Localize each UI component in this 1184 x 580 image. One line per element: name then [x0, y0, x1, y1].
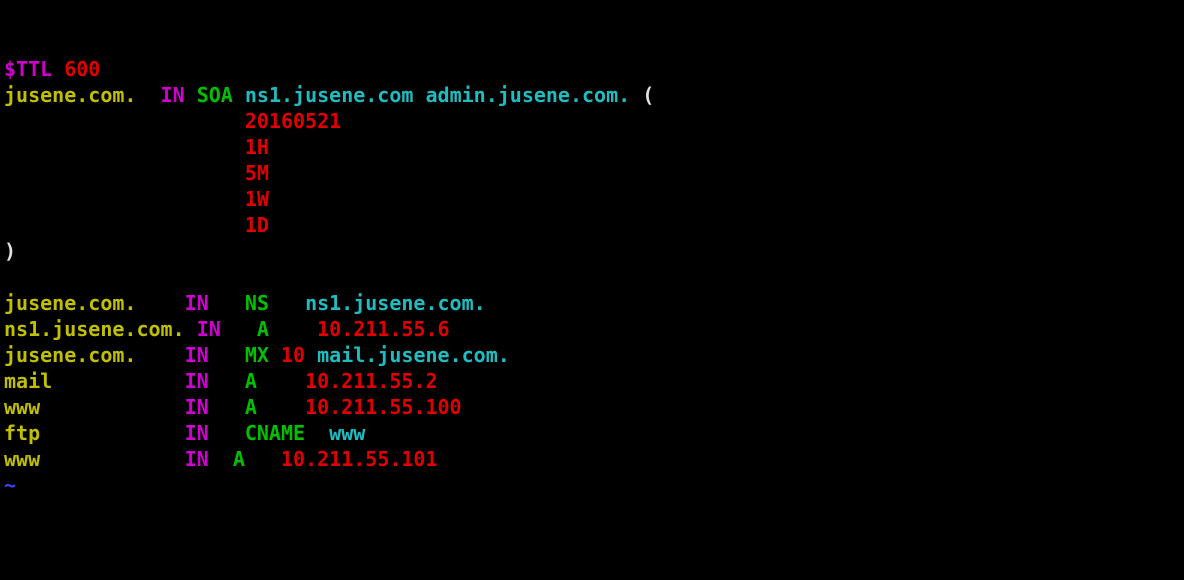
rec6-name: ftp	[4, 421, 40, 445]
rec3-value: mail.jusene.com.	[317, 343, 510, 367]
rec4-name: mail	[4, 369, 52, 393]
rec1-value: ns1.jusene.com.	[305, 291, 486, 315]
ttl-directive: $TTL	[4, 57, 52, 81]
rec4-class: IN	[185, 369, 209, 393]
rec1-class: IN	[185, 291, 209, 315]
rec1-type: NS	[245, 291, 269, 315]
soa-class: IN	[161, 83, 185, 107]
soa-origin: jusene.com.	[4, 83, 136, 107]
soa-minimum: 1D	[245, 213, 269, 237]
rec7-class: IN	[185, 447, 209, 471]
soa-refresh: 1H	[245, 135, 269, 159]
rec5-value: 10.211.55.100	[305, 395, 462, 419]
rec3-name: jusene.com.	[4, 343, 136, 367]
soa-retry: 5M	[245, 161, 269, 185]
soa-contact: admin.jusene.com.	[425, 83, 630, 107]
rec6-value: www	[329, 421, 365, 445]
rec1-name: jusene.com.	[4, 291, 136, 315]
open-paren: (	[642, 83, 654, 107]
rec3-type: MX	[245, 343, 269, 367]
close-paren: )	[4, 239, 16, 263]
rec5-name: www	[4, 395, 40, 419]
rec2-class: IN	[197, 317, 221, 341]
rec4-value: 10.211.55.2	[305, 369, 437, 393]
soa-expire: 1W	[245, 187, 269, 211]
rec3-priority: 10	[281, 343, 305, 367]
rec6-class: IN	[185, 421, 209, 445]
rec7-type: A	[233, 447, 245, 471]
rec2-type: A	[257, 317, 269, 341]
rec4-type: A	[245, 369, 257, 393]
rec6-type: CNAME	[245, 421, 305, 445]
rec5-class: IN	[185, 395, 209, 419]
ttl-value: 600	[64, 57, 100, 81]
rec7-value: 10.211.55.101	[281, 447, 438, 471]
rec7-name: www	[4, 447, 40, 471]
soa-ns: ns1.jusene.com	[245, 83, 414, 107]
rec5-type: A	[245, 395, 257, 419]
rec2-value: 10.211.55.6	[317, 317, 449, 341]
rec2-name: ns1.jusene.com.	[4, 317, 185, 341]
soa-serial: 20160521	[245, 109, 341, 133]
vim-tilde: ~	[4, 473, 16, 497]
zone-file: $TTL 600 jusene.com. IN SOA ns1.jusene.c…	[4, 56, 1180, 498]
rec3-class: IN	[185, 343, 209, 367]
soa-type: SOA	[197, 83, 233, 107]
